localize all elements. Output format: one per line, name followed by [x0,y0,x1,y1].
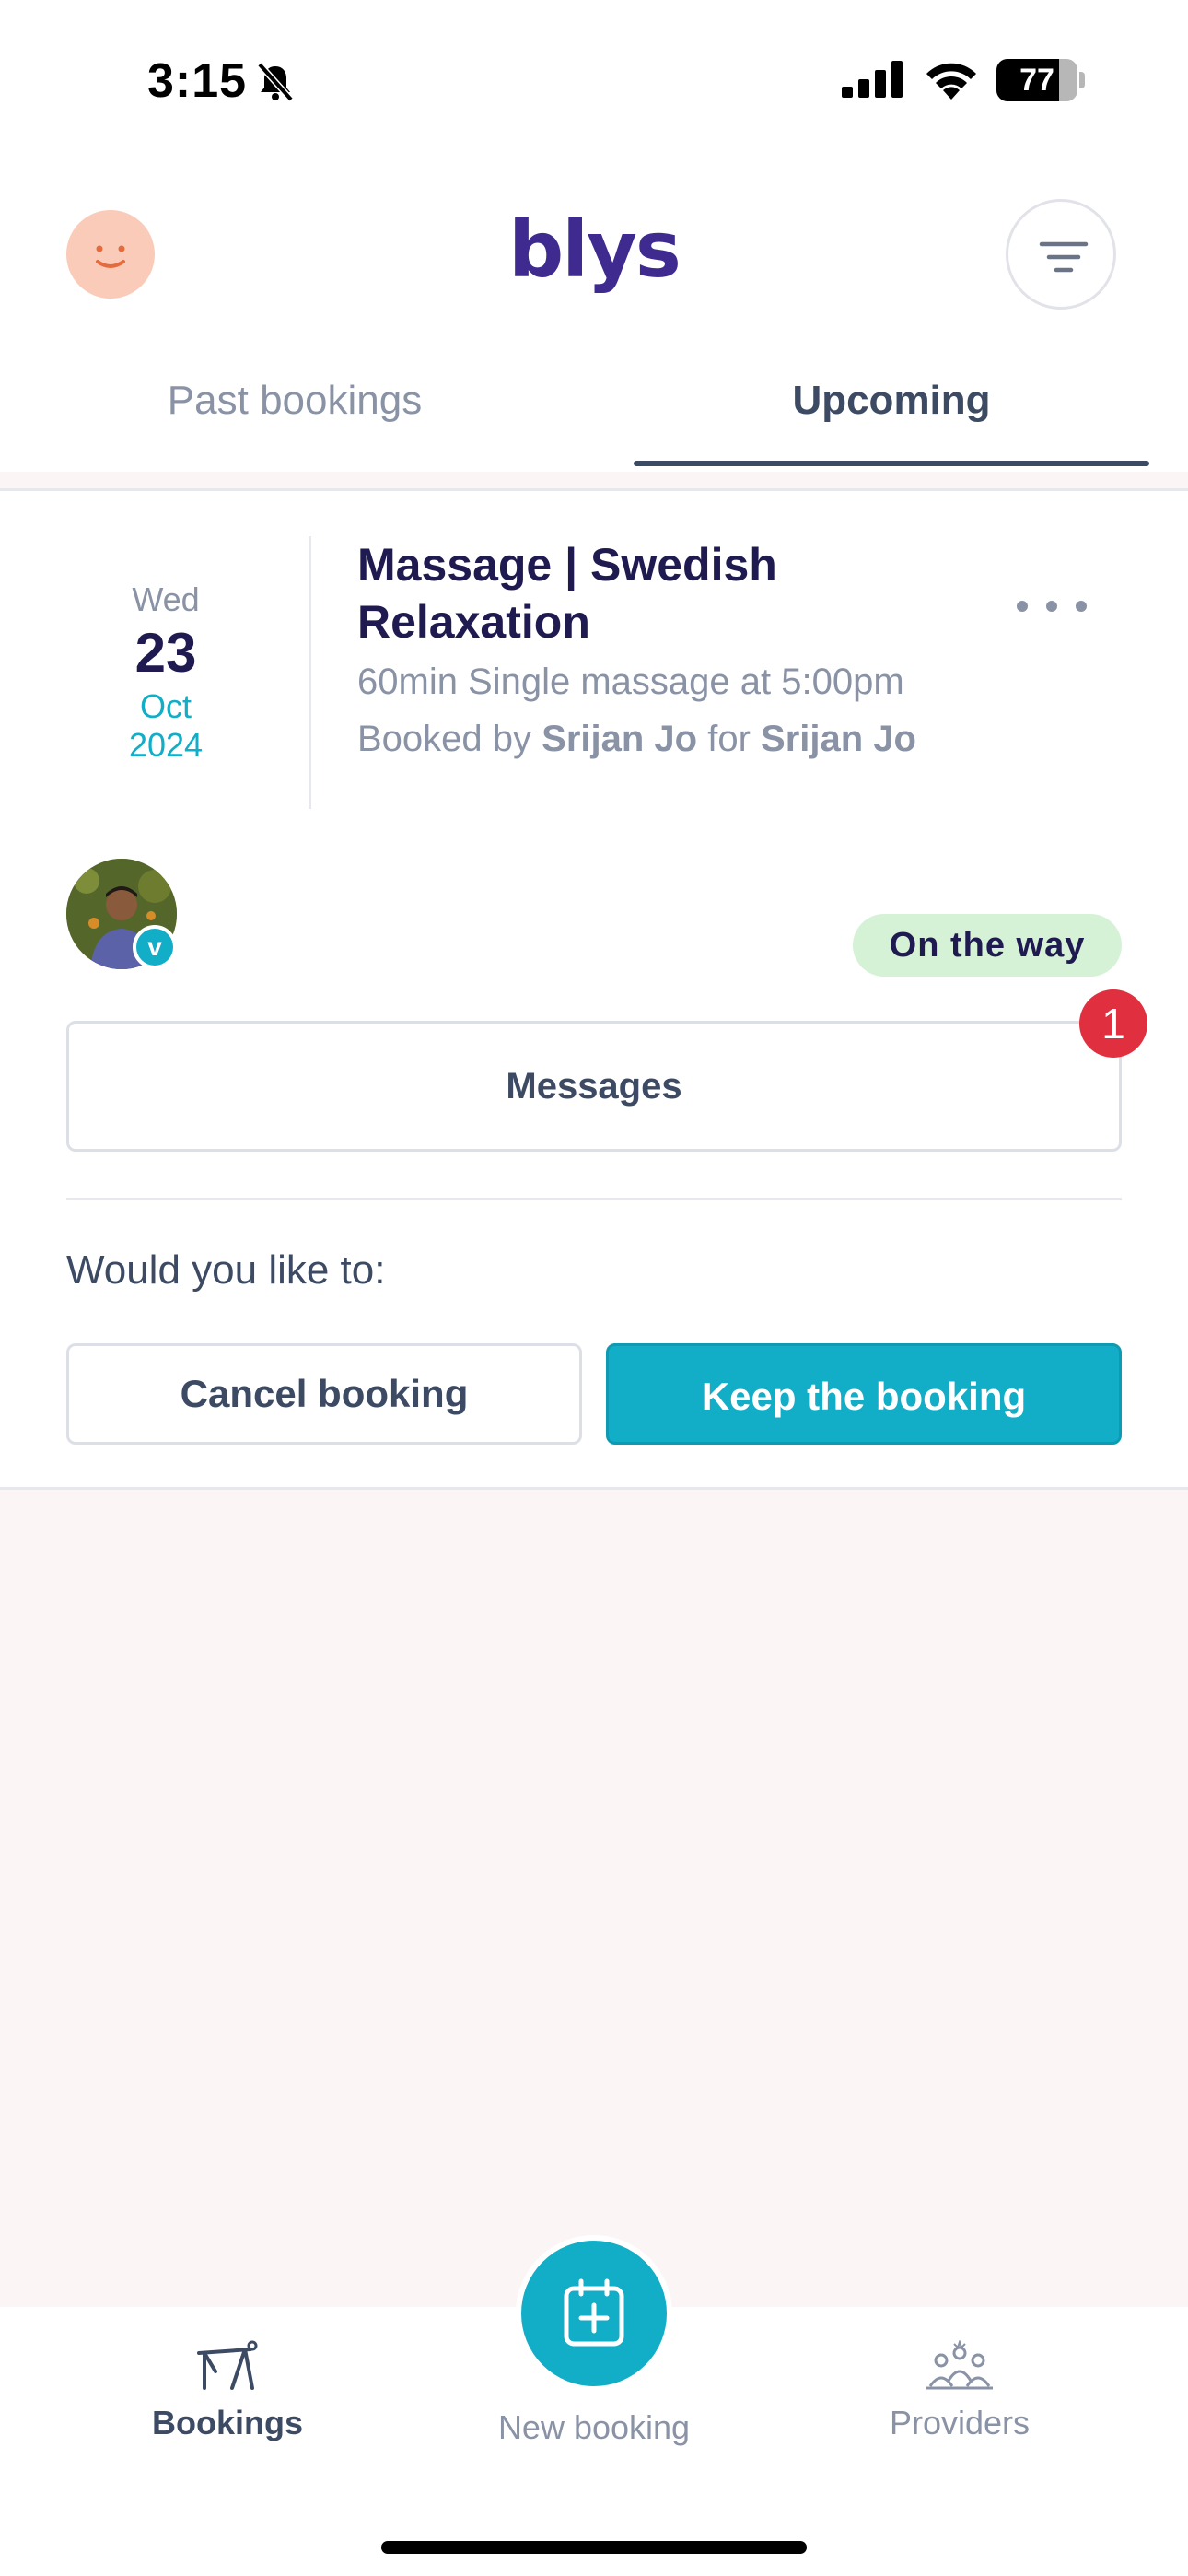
nav-providers-label: Providers [889,2404,1031,2441]
bell-slash-icon [257,62,294,102]
home-indicator[interactable] [381,2541,807,2554]
calendar-plus-icon [564,2278,624,2347]
nav-new-booking-label[interactable]: New booking [456,2408,732,2447]
verified-badge-icon: v [133,925,177,969]
booking-booked-by: Booked by Srijan Jo for Srijan Jo [357,715,928,763]
status-badge: On the way [853,914,1122,977]
tab-upcoming[interactable]: Upcoming [634,378,1149,424]
booked-by-prefix: Booked by [357,719,532,759]
booking-duration: 60min Single massage at 5:00pm [357,662,904,702]
booking-day: 23 [134,622,197,684]
booking-weekday: Wed [132,580,200,618]
nav-bookings[interactable]: Bookings [89,2340,366,2442]
booked-for-name: Srijan Jo [761,719,916,759]
tab-past-bookings[interactable]: Past bookings [37,378,553,424]
cancel-booking-button[interactable]: Cancel booking [66,1343,582,1445]
new-booking-button[interactable] [516,2235,672,2392]
unread-messages-badge: 1 [1079,989,1147,1058]
more-options-button[interactable] [1013,590,1090,623]
active-tab-indicator [634,461,1149,466]
booking-month: Oct [139,687,192,725]
massage-table-icon [197,2340,258,2390]
nav-bookings-label: Bookings [151,2404,303,2441]
wifi-icon [926,63,976,100]
battery-icon: 77 [996,59,1085,101]
booking-title: Massage | Swedish Relaxation [357,539,777,648]
booked-by-name: Srijan Jo [542,719,698,759]
date-divider [309,536,311,809]
messages-button[interactable]: Messages [66,1021,1122,1152]
filter-button[interactable] [1006,199,1116,310]
battery-level: 77 [1019,63,1054,98]
keep-booking-button[interactable]: Keep the booking [606,1343,1122,1445]
action-prompt: Would you like to: [66,1247,386,1293]
filter-icon [1039,241,1089,273]
booked-for-word: for [707,719,751,759]
booking-year: 2024 [128,726,204,764]
status-time: 3:15 [147,54,248,108]
cellular-signal-icon [842,61,903,98]
section-divider [66,1198,1122,1200]
nav-providers[interactable]: Providers [821,2338,1098,2442]
people-group-icon [926,2338,993,2390]
